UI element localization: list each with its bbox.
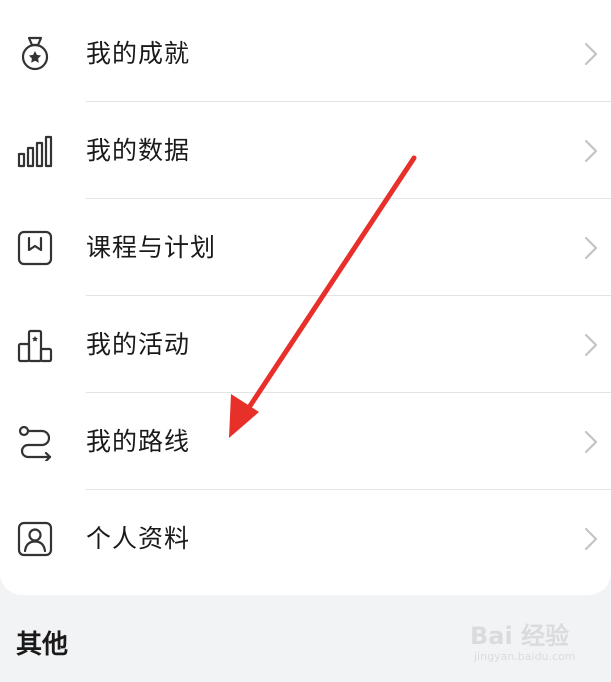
bookmark-icon xyxy=(16,229,54,267)
menu-item-my-data[interactable]: 我的数据 xyxy=(0,102,611,199)
page: 我的成就 我的数据 课程与计划 我的活动 我的路线 个人资料 其他 Bai 经验… xyxy=(0,0,611,682)
menu-item-label: 我的数据 xyxy=(86,136,191,165)
menu-item-label: 我的路线 xyxy=(86,427,191,456)
chevron-right-icon xyxy=(584,139,598,163)
menu-item-my-activities[interactable]: 我的活动 xyxy=(0,296,611,393)
watermark-brand: Bai 经验 xyxy=(470,622,570,650)
menu-item-label: 我的活动 xyxy=(86,330,191,359)
watermark-sub: jingyan.baidu.com xyxy=(474,650,576,663)
menu-item-courses-plans[interactable]: 课程与计划 xyxy=(0,199,611,296)
chevron-right-icon xyxy=(584,527,598,551)
chevron-right-icon xyxy=(584,42,598,66)
chevron-right-icon xyxy=(584,236,598,260)
menu-item-label: 我的成就 xyxy=(86,39,191,68)
section-title-other: 其他 xyxy=(16,630,69,660)
menu-item-profile[interactable]: 个人资料 xyxy=(0,490,611,587)
chevron-right-icon xyxy=(584,430,598,454)
menu-item-achievements[interactable]: 我的成就 xyxy=(0,5,611,102)
podium-icon xyxy=(16,326,54,364)
route-icon xyxy=(16,423,54,461)
profile-icon xyxy=(16,520,54,558)
baidu-jingyan-watermark: Bai 经验 jingyan.baidu.com xyxy=(470,612,600,672)
medal-icon xyxy=(16,35,54,73)
menu-item-label: 个人资料 xyxy=(86,524,191,553)
menu-card: 我的成就 我的数据 课程与计划 我的活动 我的路线 个人资料 xyxy=(0,0,611,595)
menu-item-my-routes[interactable]: 我的路线 xyxy=(0,393,611,490)
chevron-right-icon xyxy=(584,333,598,357)
menu-item-label: 课程与计划 xyxy=(86,233,217,262)
bar-chart-icon xyxy=(16,132,54,170)
